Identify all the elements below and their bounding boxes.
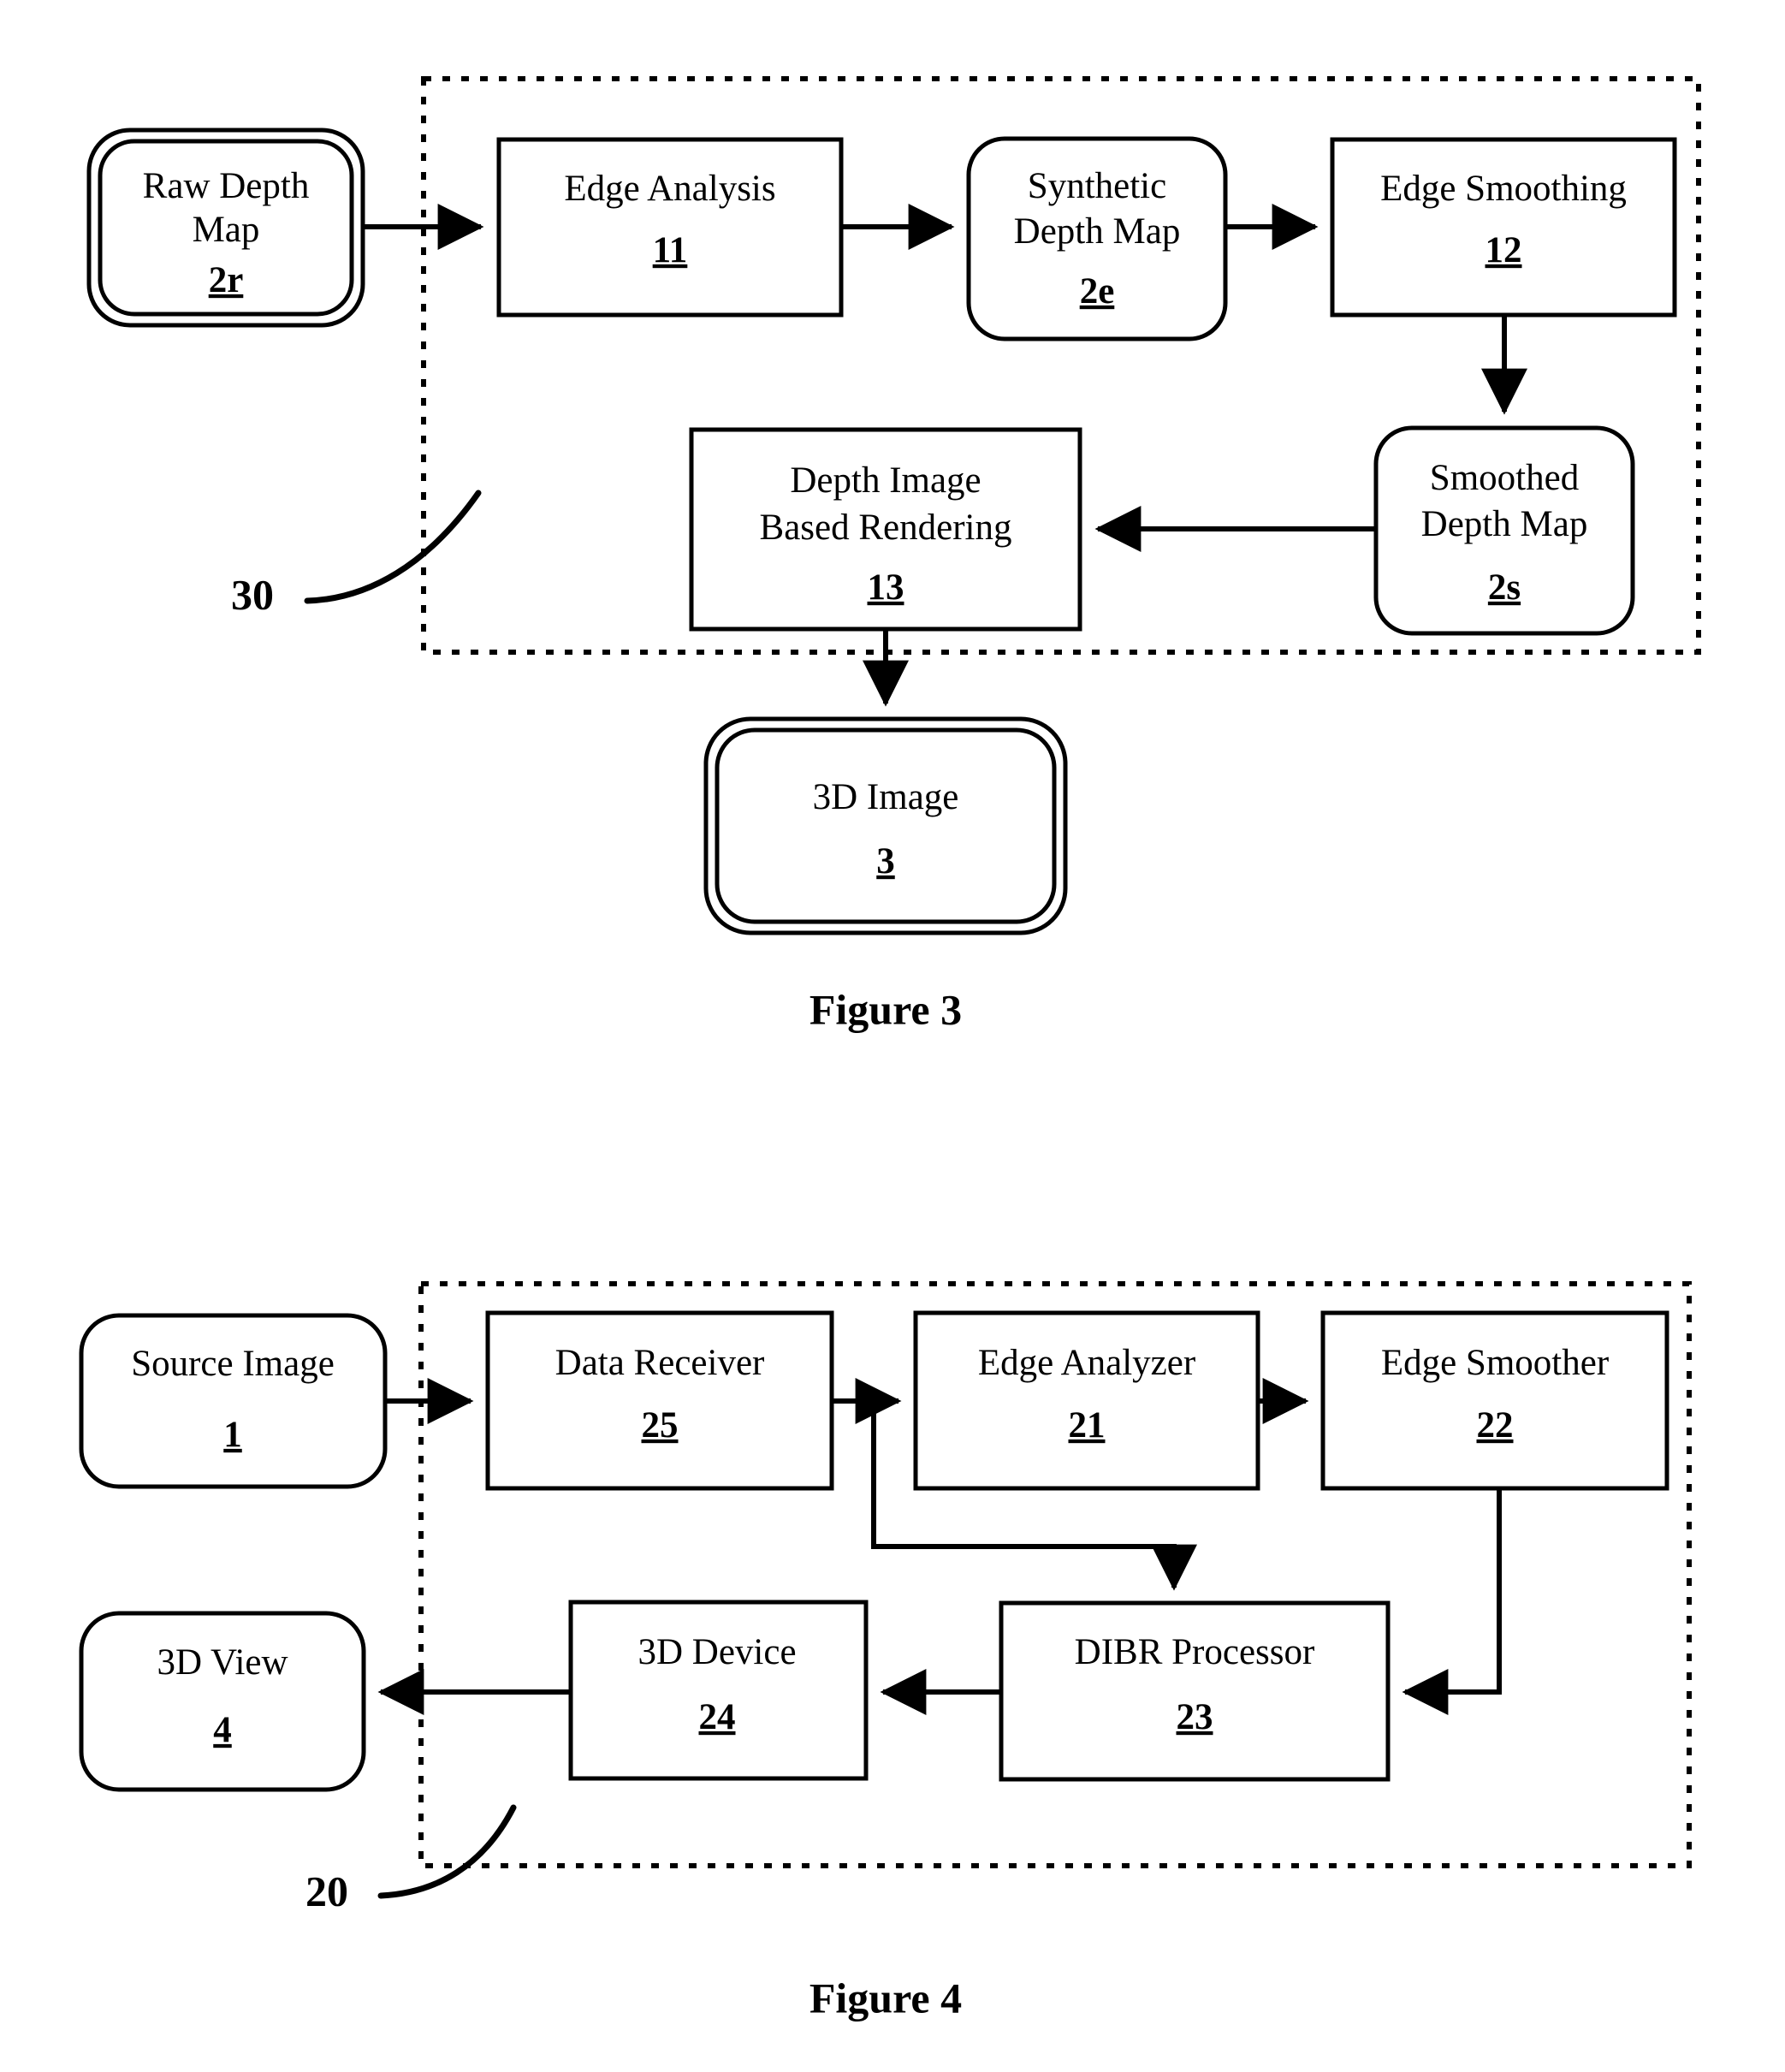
node-dibr-processor: DIBR Processor 23 <box>999 1600 1391 1782</box>
node-3d-device-line1: 3D Device <box>638 1632 796 1672</box>
node-synthetic-depth-map: Synthetic Depth Map 2e <box>966 136 1228 341</box>
figure4-group-ref: 20 <box>305 1867 348 1915</box>
node-smoothed-depth-map-line1: Smoothed <box>1430 458 1579 498</box>
patent-figure-sheet: Raw Depth Map 2r Edge Analysis 11 Synthe… <box>0 0 1785 2072</box>
node-raw-depth-map: Raw Depth Map 2r <box>86 128 365 328</box>
node-smoothed-depth-map-line2: Depth Map <box>1421 504 1588 544</box>
node-data-receiver: Data Receiver 25 <box>485 1310 834 1491</box>
node-data-receiver-ref: 25 <box>642 1405 679 1446</box>
node-3d-view-line1: 3D View <box>157 1642 288 1683</box>
figure3-caption: Figure 3 <box>809 985 962 1033</box>
node-dibr-ref: 13 <box>868 567 904 608</box>
node-raw-depth-map-line1: Raw Depth <box>143 166 310 206</box>
node-source-image: Source Image 1 <box>79 1313 388 1489</box>
node-edge-analysis-ref: 11 <box>653 230 688 270</box>
node-edge-analyzer-line1: Edge Analyzer <box>978 1343 1195 1383</box>
node-3d-image-line1: 3D Image <box>813 777 959 817</box>
node-edge-analyzer: Edge Analyzer 21 <box>913 1310 1260 1491</box>
node-raw-depth-map-line2: Map <box>193 210 260 250</box>
node-3d-device-ref: 24 <box>699 1697 736 1737</box>
node-smoothed-depth-map-ref: 2s <box>1488 567 1521 608</box>
node-depth-image-based-rendering: Depth Image Based Rendering 13 <box>689 427 1082 632</box>
node-edge-analyzer-ref: 21 <box>1069 1405 1106 1446</box>
node-edge-smoothing-ref: 12 <box>1486 230 1522 270</box>
node-raw-depth-map-ref: 2r <box>209 260 244 300</box>
node-source-image-ref: 1 <box>223 1415 242 1455</box>
node-edge-smoothing-line1: Edge Smoothing <box>1380 169 1627 209</box>
node-edge-smoother-line1: Edge Smoother <box>1381 1343 1609 1383</box>
node-3d-view-ref: 4 <box>213 1710 232 1750</box>
node-synthetic-depth-map-line2: Depth Map <box>1014 211 1181 252</box>
node-dibr-processor-line1: DIBR Processor <box>1075 1632 1315 1672</box>
node-edge-smoother: Edge Smoother 22 <box>1320 1310 1669 1491</box>
figure3-group-leader <box>304 490 482 604</box>
node-synthetic-depth-map-line1: Synthetic <box>1028 166 1166 206</box>
node-3d-image: 3D Image 3 <box>703 716 1068 935</box>
figure4-group-leader <box>377 1804 517 1899</box>
node-source-image-line1: Source Image <box>131 1344 335 1384</box>
node-edge-smoothing: Edge Smoothing 12 <box>1330 137 1677 318</box>
figure3-group-ref: 30 <box>231 570 274 618</box>
node-edge-analysis: Edge Analysis 11 <box>496 137 844 318</box>
node-dibr-line2: Based Rendering <box>760 508 1012 548</box>
diagram-canvas: Raw Depth Map 2r Edge Analysis 11 Synthe… <box>79 76 1701 2022</box>
connector-smoother-to-dibr-processor <box>1402 1488 1502 1715</box>
node-dibr-processor-ref: 23 <box>1177 1697 1213 1737</box>
node-data-receiver-line1: Data Receiver <box>555 1343 765 1383</box>
node-smoothed-depth-map: Smoothed Depth Map 2s <box>1373 425 1635 636</box>
node-synthetic-depth-map-ref: 2e <box>1080 271 1115 312</box>
node-3d-image-ref: 3 <box>876 841 895 882</box>
node-edge-analysis-line1: Edge Analysis <box>564 169 775 209</box>
node-3d-device: 3D Device 24 <box>568 1600 869 1781</box>
figure4-caption: Figure 4 <box>809 1974 962 2022</box>
node-dibr-line1: Depth Image <box>790 460 981 501</box>
node-edge-smoother-ref: 22 <box>1477 1405 1514 1446</box>
node-3d-view: 3D View 4 <box>79 1611 366 1792</box>
